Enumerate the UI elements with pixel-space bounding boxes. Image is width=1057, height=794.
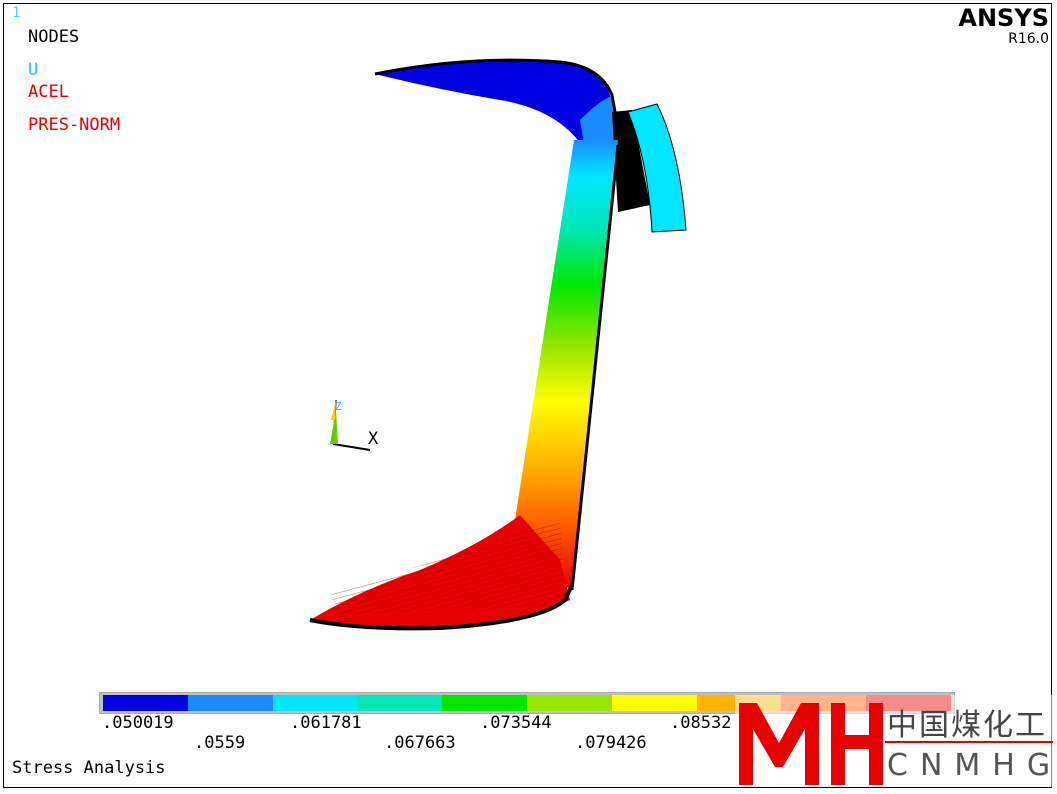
triad-z-label: Z (335, 400, 342, 413)
watermark-english-text: CNMHG (887, 748, 1057, 783)
support-bracket (612, 103, 687, 233)
legend-value: .0559 (194, 733, 246, 753)
fe-model-view: X Z (309, 58, 687, 631)
watermark-chinese-text: 中国煤化工 (887, 708, 1047, 743)
legend-value: .050019 (102, 713, 174, 733)
legend-value: .061781 (290, 713, 362, 733)
bottom-flange (309, 515, 574, 631)
legend-color-segment (442, 695, 527, 711)
legend-color-segment (357, 695, 443, 711)
legend-color-segment (526, 695, 612, 711)
coordinate-triad: X Z (330, 399, 379, 451)
legend-value: .073544 (480, 713, 552, 733)
legend-value: .079426 (575, 733, 647, 753)
legend-color-segment (187, 695, 273, 711)
legend-value: .067663 (384, 733, 456, 753)
legend-value: .08532 (670, 713, 732, 733)
plot-title: Stress Analysis (12, 758, 166, 778)
triad-x-label: X (368, 429, 379, 449)
legend-color-segment (272, 695, 358, 711)
vertical-column (515, 140, 620, 591)
top-flange (374, 58, 622, 150)
legend-color-segment (103, 695, 188, 711)
legend-color-segment (611, 695, 697, 711)
